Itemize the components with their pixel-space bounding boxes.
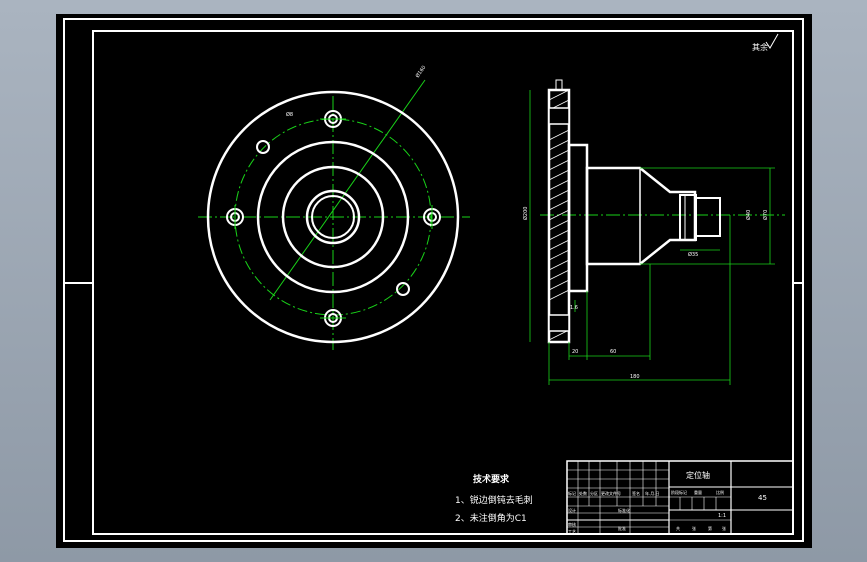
dim-flange-thickness: 20 (572, 349, 578, 355)
svg-text:其余: 其余 (752, 42, 768, 52)
notes-title: 技术要求 (473, 473, 510, 485)
title-sheet-unit2: 张 (722, 525, 726, 531)
drawing-area (56, 14, 812, 548)
title-header-zone: 分区 (590, 490, 598, 496)
title-material: 45 (758, 494, 767, 502)
title-header-change: 更改文件号 (601, 490, 621, 496)
title-row-review: 审核 (568, 521, 576, 527)
section-bolt-hole-bottom (548, 314, 570, 332)
title-weight: 重量 (694, 489, 702, 495)
title-part-name: 定位轴 (686, 470, 710, 480)
title-scale: 1:1 (718, 513, 726, 519)
title-approve: 批准 (618, 525, 626, 531)
title-ratio: 比例 (716, 489, 724, 495)
dim-overall-diameter: Ø200 (522, 207, 529, 220)
title-header-count: 处数 (579, 490, 587, 496)
dim-overall-length: 180 (630, 374, 640, 380)
title-row-design: 设计 (568, 507, 576, 513)
title-row-mark: 标记 (568, 490, 576, 496)
dim-bore-diameter: Ø40 (745, 210, 752, 220)
cad-drawing-viewport: 其余 Ø160 Ø8 180 20 60 Ø200 Ø70 Ø40 Ø35 1.… (56, 14, 812, 548)
note-2: 2、未注倒角为C1 (455, 512, 527, 524)
title-header-date: 年.月.日 (645, 490, 660, 496)
title-row-process: 工艺 (568, 529, 576, 534)
title-header-sign: 签名 (632, 490, 640, 496)
note-1: 1、锐边倒钝去毛刺 (455, 494, 533, 506)
section-bolt-hole-top (548, 107, 570, 125)
dim-hub-length: 60 (610, 349, 616, 355)
title-std: 标准化 (618, 507, 630, 513)
dim-shaft-diameter: Ø35 (688, 251, 698, 258)
title-sheet-total: 共 (676, 525, 680, 531)
title-sheet-unit1: 张 (692, 525, 696, 531)
dim-hub-diameter: Ø70 (762, 210, 769, 220)
title-sheet-no: 第 (708, 525, 712, 531)
title-stage: 阶段标记 (671, 489, 687, 495)
dim-chamfer: 1.6 (570, 305, 578, 311)
dim-bolt-hole: Ø8 (286, 111, 293, 118)
